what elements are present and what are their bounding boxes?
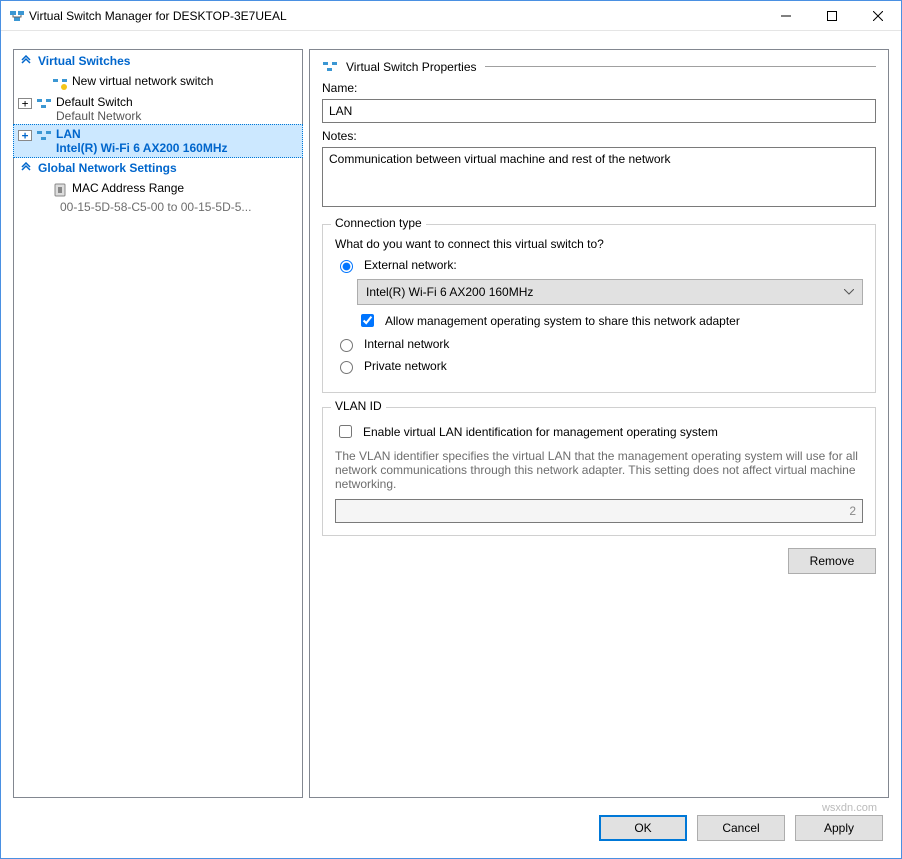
cancel-button[interactable]: Cancel (697, 815, 785, 841)
default-switch-sub: Default Network (56, 109, 141, 123)
vlan-enable-label: Enable virtual LAN identification for ma… (363, 425, 718, 439)
chevron-down-icon (844, 289, 854, 295)
private-label: Private network (364, 359, 447, 373)
private-network-radio[interactable]: Private network (335, 358, 863, 374)
expand-icon[interactable]: + (18, 130, 32, 141)
dialog-footer: OK Cancel Apply (1, 810, 901, 858)
minimize-button[interactable] (763, 1, 809, 31)
virtual-switches-header[interactable]: Virtual Switches (14, 50, 302, 72)
vlan-legend: VLAN ID (331, 399, 386, 413)
remove-button[interactable]: Remove (788, 548, 876, 574)
new-virtual-switch[interactable]: New virtual network switch (14, 72, 302, 93)
internal-label: Internal network (364, 337, 449, 351)
connection-prompt: What do you want to connect this virtual… (335, 237, 863, 251)
vlan-description: The VLAN identifier specifies the virtua… (335, 449, 863, 491)
internal-network-radio[interactable]: Internal network (335, 336, 863, 352)
name-input[interactable] (322, 99, 876, 123)
expand-icon[interactable]: + (18, 98, 32, 109)
adapter-selected: Intel(R) Wi-Fi 6 AX200 160MHz (366, 285, 533, 299)
window-frame: Virtual Switch Manager for DESKTOP-3E7UE… (0, 0, 902, 859)
vlan-id-input (335, 499, 863, 523)
maximize-button[interactable] (809, 1, 855, 31)
window-title: Virtual Switch Manager for DESKTOP-3E7UE… (25, 9, 763, 23)
notes-input[interactable] (322, 147, 876, 207)
switch-icon (36, 96, 52, 112)
connection-type-group: Connection type What do you want to conn… (322, 224, 876, 393)
app-icon (9, 8, 25, 24)
private-radio-input[interactable] (340, 361, 353, 374)
lan-switch-sub: Intel(R) Wi-Fi 6 AX200 160MHz (56, 141, 227, 155)
mac-address-range[interactable]: MAC Address Range (14, 179, 302, 200)
lan-switch[interactable]: + LAN Intel(R) Wi-Fi 6 AX200 160MHz (13, 124, 303, 158)
new-virtual-switch-label: New virtual network switch (72, 74, 213, 88)
collapse-icon (20, 55, 32, 67)
properties-panel: Virtual Switch Properties Name: Notes: C… (309, 49, 889, 798)
properties-header: Virtual Switch Properties (346, 60, 477, 74)
watermark: wsxdn.com (822, 802, 877, 814)
allow-share-checkbox[interactable]: Allow management operating system to sha… (357, 311, 863, 330)
external-radio-input[interactable] (340, 260, 353, 273)
vlan-enable-input[interactable] (339, 425, 352, 438)
switch-icon (36, 128, 52, 144)
global-settings-label: Global Network Settings (38, 161, 177, 175)
switch-icon (322, 59, 338, 75)
vlan-group: VLAN ID Enable virtual LAN identificatio… (322, 407, 876, 536)
apply-button[interactable]: Apply (795, 815, 883, 841)
mac-address-sub: 00-15-5D-58-C5-00 to 00-15-5D-5... (14, 200, 274, 214)
titlebar: Virtual Switch Manager for DESKTOP-3E7UE… (1, 1, 901, 31)
virtual-switches-label: Virtual Switches (38, 54, 130, 68)
external-label: External network: (364, 258, 457, 272)
default-switch[interactable]: + Default Switch Default Network (14, 93, 302, 125)
external-network-radio[interactable]: External network: (335, 257, 863, 273)
collapse-icon (20, 162, 32, 174)
notes-label: Notes: (322, 129, 876, 143)
mac-address-label: MAC Address Range (72, 181, 184, 195)
switch-new-icon (52, 75, 68, 91)
name-label: Name: (322, 81, 876, 95)
internal-radio-input[interactable] (340, 339, 353, 352)
vlan-enable-checkbox[interactable]: Enable virtual LAN identification for ma… (335, 422, 863, 441)
allow-share-label: Allow management operating system to sha… (385, 314, 740, 328)
close-button[interactable] (855, 1, 901, 31)
lan-switch-label: LAN (56, 127, 227, 141)
ok-button[interactable]: OK (599, 815, 687, 841)
nic-icon (52, 182, 68, 198)
adapter-select[interactable]: Intel(R) Wi-Fi 6 AX200 160MHz (357, 279, 863, 305)
global-settings-header[interactable]: Global Network Settings (14, 157, 302, 179)
sidebar: Virtual Switches New virtual network swi… (13, 49, 303, 798)
default-switch-label: Default Switch (56, 95, 141, 109)
connection-type-legend: Connection type (331, 216, 426, 230)
allow-share-input[interactable] (361, 314, 374, 327)
